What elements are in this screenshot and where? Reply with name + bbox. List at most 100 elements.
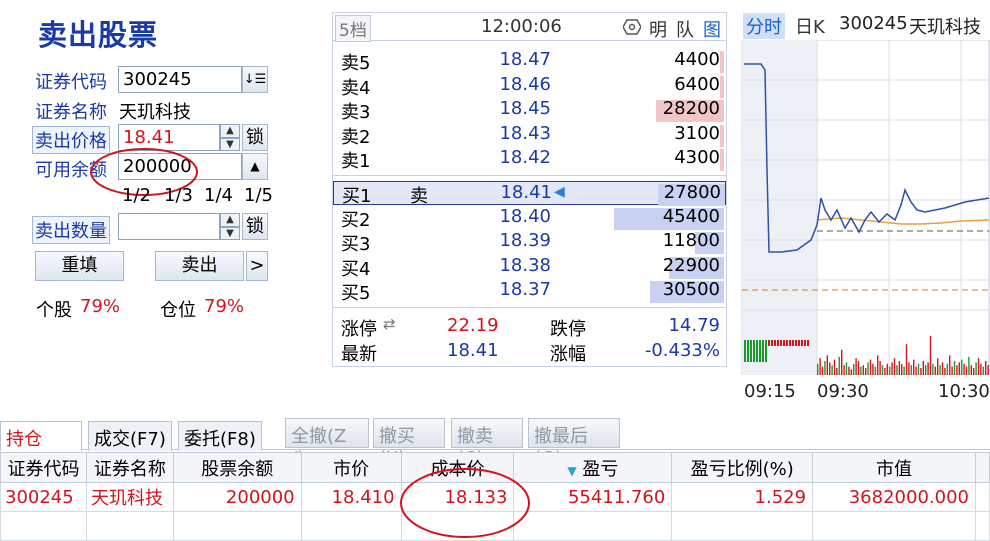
volume-bar	[867, 362, 869, 375]
tab-daily-k[interactable]: 日K	[795, 13, 825, 39]
level-price: 18.41	[500, 182, 552, 203]
bid-row[interactable]: 买5 18.37 30500	[341, 279, 724, 305]
last-price-label: 最新	[341, 344, 377, 365]
level-volume: 6400	[674, 73, 720, 95]
last-price-value: 18.41	[447, 340, 499, 361]
reset-button[interactable]: 重填	[35, 251, 124, 281]
qty-down-icon[interactable]: ▼	[220, 227, 240, 240]
settings-icon[interactable]	[623, 19, 641, 35]
code-list-button[interactable]: ↓☰	[242, 66, 268, 93]
tab-intraday[interactable]: 分时	[743, 13, 785, 39]
level-price: 18.37	[499, 279, 551, 301]
price-up-icon[interactable]: ▲	[220, 124, 240, 138]
level-name: 买4	[341, 258, 371, 280]
fraction-quarter[interactable]: 1/4	[204, 185, 233, 206]
volume-bar	[879, 361, 881, 375]
volume-bar	[817, 363, 819, 375]
level-selector[interactable]: 5档	[335, 15, 371, 42]
volume-bar	[973, 368, 975, 375]
sell-button[interactable]: 卖出	[155, 251, 244, 281]
cell-code: 300245	[0, 482, 87, 512]
volume-bar	[801, 340, 803, 346]
volume-bar	[774, 340, 776, 346]
volume-bar	[831, 365, 833, 375]
volume-bar	[905, 344, 908, 375]
x-tick-0930: 09:30	[817, 381, 869, 402]
chart-panel: 分时 日K 300245 天玑科技 09:15 09:30 10:30	[741, 12, 990, 412]
quote-time: 12:00:06	[481, 16, 562, 37]
chart-stock-code: 300245	[839, 13, 908, 34]
level-tag: 卖	[410, 186, 428, 207]
price-down-icon[interactable]: ▼	[220, 138, 240, 151]
quote-header: 5档 12:00:06 明 队 图	[333, 13, 726, 42]
ask-row[interactable]: 卖5 18.47 4400	[341, 49, 724, 74]
cancel-all-button[interactable]: 全撤(Z /)	[285, 418, 369, 469]
volume-bar	[956, 365, 958, 375]
col-pnl-ratio[interactable]: 盈亏比例(%)	[671, 452, 814, 483]
volume-bar	[982, 366, 984, 375]
volume-bar	[970, 365, 972, 375]
col-name[interactable]: 证券名称	[85, 452, 174, 483]
bid-row[interactable]: 买2 18.40 45400	[341, 205, 724, 231]
col-pnl[interactable]: ▼ 盈亏	[513, 452, 673, 483]
volume-bar	[886, 363, 888, 375]
level-volume: 3100	[674, 122, 720, 144]
price-lock-button[interactable]: 锁	[242, 124, 268, 151]
volume-bar	[941, 362, 944, 375]
volume-bar	[893, 358, 896, 375]
volume-bar	[850, 369, 852, 375]
volume-bar	[901, 363, 903, 375]
volume-bar	[869, 359, 872, 375]
view-queue-tab[interactable]: 队	[676, 16, 694, 42]
bid-row[interactable]: 买1 卖 18.41 ◀ 27800	[333, 181, 726, 207]
col-market-price[interactable]: 市价	[300, 452, 402, 483]
volume-bar	[750, 340, 752, 362]
code-input[interactable]: 300245	[118, 66, 242, 93]
col-code[interactable]: 证券代码	[0, 452, 87, 483]
level-name: 卖3	[341, 102, 371, 124]
level-name: 卖4	[341, 77, 371, 99]
col-market-value[interactable]: 市值	[812, 452, 976, 483]
volume-bar	[929, 335, 932, 375]
col-balance[interactable]: 股票余额	[172, 452, 302, 483]
intraday-chart[interactable]	[741, 40, 990, 375]
fraction-half[interactable]: 1/2	[122, 185, 151, 206]
ask-row[interactable]: 卖3 18.45 28200	[341, 98, 724, 124]
qty-up-icon[interactable]: ▲	[220, 213, 240, 227]
cell-pnl-ratio: 1.529	[671, 482, 814, 512]
qty-lock-button[interactable]: 锁	[242, 213, 268, 240]
volume-bar	[753, 340, 755, 362]
view-chart-tab[interactable]: 图	[703, 16, 721, 42]
level-volume: 28200	[662, 98, 720, 120]
tab-trades[interactable]: 成交(F7)	[88, 421, 172, 451]
bid-row[interactable]: 买4 18.38 22900	[341, 255, 724, 280]
level-volume: 30500	[662, 279, 720, 301]
level-volume: 11800	[662, 230, 720, 252]
avail-up-icon[interactable]: ▲	[242, 153, 268, 180]
ask-row[interactable]: 卖4 18.46 6400	[341, 73, 724, 99]
level-name: 买5	[341, 283, 371, 305]
volume-bar	[968, 356, 970, 375]
volume-bar	[836, 368, 838, 375]
cancel-sell-button[interactable]: 撤卖(C)	[451, 418, 523, 469]
cancel-last-button[interactable]: 撤最后(G)	[528, 418, 620, 469]
cancel-buy-button[interactable]: 撤买(X)	[373, 418, 445, 469]
bid-row[interactable]: 买3 18.39 11800	[341, 230, 724, 255]
volume-bar	[961, 359, 963, 375]
view-detail-tab[interactable]: 明	[649, 16, 667, 42]
more-button[interactable]: >	[246, 251, 268, 281]
volume-bar	[975, 362, 977, 375]
volume-bar	[910, 365, 912, 375]
divider	[333, 307, 726, 308]
ask-row[interactable]: 卖1 18.42 4300	[341, 147, 724, 172]
fraction-fifth[interactable]: 1/5	[244, 185, 273, 206]
qty-input[interactable]	[118, 213, 220, 240]
tab-positions[interactable]: 持仓(F6)	[0, 421, 82, 472]
limit-up-value: 22.19	[447, 315, 499, 336]
ask-row[interactable]: 卖2 18.43 3100	[341, 122, 724, 148]
volume-bar	[896, 365, 898, 375]
level-volume: 45400	[662, 205, 720, 227]
fraction-third[interactable]: 1/3	[164, 185, 193, 206]
tab-orders[interactable]: 委托(F8)	[178, 421, 262, 451]
name-value: 天玑科技	[119, 102, 191, 123]
